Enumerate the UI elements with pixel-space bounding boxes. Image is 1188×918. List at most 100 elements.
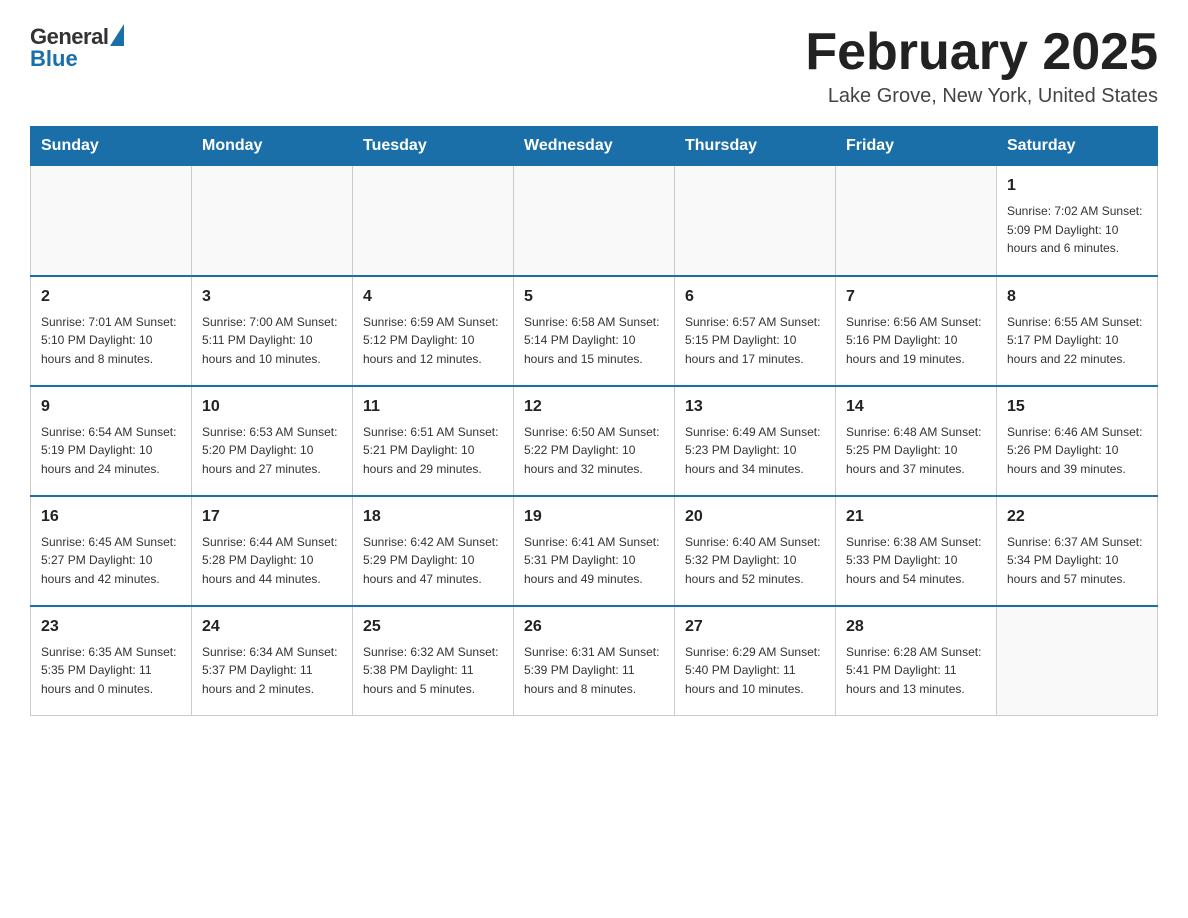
calendar-cell: 16Sunrise: 6:45 AM Sunset: 5:27 PM Dayli… [31, 496, 192, 606]
day-number: 14 [846, 395, 986, 419]
location-text: Lake Grove, New York, United States [805, 85, 1158, 108]
calendar-cell: 13 Sunrise: 6:49 AM Sunset: 5:23 PM Dayli… [675, 386, 836, 496]
day-info: Sunrise: 6:40 AM Sunset: 5:32 PM Dayligh… [685, 533, 825, 589]
calendar-cell: 1 Sunrise: 7:02 AM Sunset: 5:09 PM Daylig… [997, 166, 1158, 276]
day-info: Sunrise: 7:02 AM Sunset: 5:09 PM Dayligh… [1007, 202, 1147, 258]
calendar-cell: 8Sunrise: 6:55 AM Sunset: 5:17 PM Daylig… [997, 276, 1158, 386]
day-info: Sunrise: 6:42 AM Sunset: 5:29 PM Dayligh… [363, 533, 503, 589]
calendar-cell: 28 Sunrise: 6:28 AM Sunset: 5:41 PM Dayli… [836, 606, 997, 716]
calendar-cell: 11 Sunrise: 6:51 AM Sunset: 5:21 PM Dayli… [353, 386, 514, 496]
calendar-day-header: Saturday [997, 127, 1158, 166]
day-number: 27 [685, 615, 825, 639]
calendar-cell: 21Sunrise: 6:38 AM Sunset: 5:33 PM Dayli… [836, 496, 997, 606]
calendar-cell: 27 Sunrise: 6:29 AM Sunset: 5:40 PM Dayli… [675, 606, 836, 716]
day-info: Sunrise: 6:55 AM Sunset: 5:17 PM Dayligh… [1007, 313, 1147, 369]
calendar-cell: 20 Sunrise: 6:40 AM Sunset: 5:32 PM Dayli… [675, 496, 836, 606]
page-header: General Blue February 2025 Lake Grove, N… [30, 24, 1158, 108]
day-number: 13 [685, 395, 825, 419]
day-info: Sunrise: 6:37 AM Sunset: 5:34 PM Dayligh… [1007, 533, 1147, 589]
day-number: 28 [846, 615, 986, 639]
day-number: 4 [363, 285, 503, 309]
title-block: February 2025 Lake Grove, New York, Unit… [805, 24, 1158, 108]
calendar-cell [353, 166, 514, 276]
calendar-cell [675, 166, 836, 276]
calendar-cell: 23 Sunrise: 6:35 AM Sunset: 5:35 PM Dayli… [31, 606, 192, 716]
calendar-cell: 22 Sunrise: 6:37 AM Sunset: 5:34 PM Dayli… [997, 496, 1158, 606]
calendar-cell: 7Sunrise: 6:56 AM Sunset: 5:16 PM Daylig… [836, 276, 997, 386]
day-number: 15 [1007, 395, 1147, 419]
calendar-table: SundayMondayTuesdayWednesdayThursdayFrid… [30, 126, 1158, 716]
day-info: Sunrise: 6:32 AM Sunset: 5:38 PM Dayligh… [363, 643, 503, 699]
day-number: 6 [685, 285, 825, 309]
logo-blue-text: Blue [30, 46, 78, 72]
day-info: Sunrise: 6:54 AM Sunset: 5:19 PM Dayligh… [41, 423, 181, 479]
calendar-day-header: Tuesday [353, 127, 514, 166]
calendar-week-row: 9 Sunrise: 6:54 AM Sunset: 5:19 PM Daylig… [31, 386, 1158, 496]
day-info: Sunrise: 6:41 AM Sunset: 5:31 PM Dayligh… [524, 533, 664, 589]
day-number: 11 [363, 395, 503, 419]
day-number: 24 [202, 615, 342, 639]
calendar-cell: 6 Sunrise: 6:57 AM Sunset: 5:15 PM Daylig… [675, 276, 836, 386]
calendar-cell [514, 166, 675, 276]
day-info: Sunrise: 6:28 AM Sunset: 5:41 PM Dayligh… [846, 643, 986, 699]
day-number: 22 [1007, 505, 1147, 529]
day-info: Sunrise: 6:50 AM Sunset: 5:22 PM Dayligh… [524, 423, 664, 479]
calendar-cell: 19Sunrise: 6:41 AM Sunset: 5:31 PM Dayli… [514, 496, 675, 606]
logo: General Blue [30, 24, 124, 72]
calendar-cell: 14 Sunrise: 6:48 AM Sunset: 5:25 PM Dayli… [836, 386, 997, 496]
calendar-week-row: 1 Sunrise: 7:02 AM Sunset: 5:09 PM Daylig… [31, 166, 1158, 276]
calendar-day-header: Sunday [31, 127, 192, 166]
calendar-cell [192, 166, 353, 276]
day-number: 18 [363, 505, 503, 529]
day-info: Sunrise: 6:48 AM Sunset: 5:25 PM Dayligh… [846, 423, 986, 479]
calendar-header-row: SundayMondayTuesdayWednesdayThursdayFrid… [31, 127, 1158, 166]
calendar-cell: 26 Sunrise: 6:31 AM Sunset: 5:39 PM Dayli… [514, 606, 675, 716]
day-number: 23 [41, 615, 181, 639]
calendar-cell: 17 Sunrise: 6:44 AM Sunset: 5:28 PM Dayli… [192, 496, 353, 606]
day-info: Sunrise: 6:53 AM Sunset: 5:20 PM Dayligh… [202, 423, 342, 479]
day-info: Sunrise: 6:31 AM Sunset: 5:39 PM Dayligh… [524, 643, 664, 699]
calendar-cell: 3 Sunrise: 7:00 AM Sunset: 5:11 PM Daylig… [192, 276, 353, 386]
calendar-cell [31, 166, 192, 276]
calendar-day-header: Thursday [675, 127, 836, 166]
day-number: 17 [202, 505, 342, 529]
day-info: Sunrise: 6:45 AM Sunset: 5:27 PM Dayligh… [41, 533, 181, 589]
day-info: Sunrise: 6:51 AM Sunset: 5:21 PM Dayligh… [363, 423, 503, 479]
calendar-day-header: Wednesday [514, 127, 675, 166]
calendar-week-row: 16Sunrise: 6:45 AM Sunset: 5:27 PM Dayli… [31, 496, 1158, 606]
day-info: Sunrise: 6:29 AM Sunset: 5:40 PM Dayligh… [685, 643, 825, 699]
calendar-cell: 18 Sunrise: 6:42 AM Sunset: 5:29 PM Dayli… [353, 496, 514, 606]
calendar-cell: 25 Sunrise: 6:32 AM Sunset: 5:38 PM Dayli… [353, 606, 514, 716]
calendar-day-header: Monday [192, 127, 353, 166]
day-number: 12 [524, 395, 664, 419]
day-info: Sunrise: 6:35 AM Sunset: 5:35 PM Dayligh… [41, 643, 181, 699]
calendar-cell: 15Sunrise: 6:46 AM Sunset: 5:26 PM Dayli… [997, 386, 1158, 496]
day-number: 20 [685, 505, 825, 529]
day-number: 1 [1007, 174, 1147, 198]
calendar-cell [836, 166, 997, 276]
calendar-cell [997, 606, 1158, 716]
calendar-cell: 9 Sunrise: 6:54 AM Sunset: 5:19 PM Daylig… [31, 386, 192, 496]
day-info: Sunrise: 7:00 AM Sunset: 5:11 PM Dayligh… [202, 313, 342, 369]
day-number: 9 [41, 395, 181, 419]
day-number: 25 [363, 615, 503, 639]
day-number: 7 [846, 285, 986, 309]
calendar-cell: 10Sunrise: 6:53 AM Sunset: 5:20 PM Dayli… [192, 386, 353, 496]
logo-triangle-icon [110, 24, 124, 46]
day-info: Sunrise: 6:34 AM Sunset: 5:37 PM Dayligh… [202, 643, 342, 699]
day-info: Sunrise: 6:57 AM Sunset: 5:15 PM Dayligh… [685, 313, 825, 369]
calendar-cell: 24 Sunrise: 6:34 AM Sunset: 5:37 PM Dayli… [192, 606, 353, 716]
day-number: 2 [41, 285, 181, 309]
day-info: Sunrise: 6:49 AM Sunset: 5:23 PM Dayligh… [685, 423, 825, 479]
day-info: Sunrise: 6:58 AM Sunset: 5:14 PM Dayligh… [524, 313, 664, 369]
calendar-cell: 2Sunrise: 7:01 AM Sunset: 5:10 PM Daylig… [31, 276, 192, 386]
month-title: February 2025 [805, 24, 1158, 81]
day-info: Sunrise: 6:59 AM Sunset: 5:12 PM Dayligh… [363, 313, 503, 369]
day-number: 3 [202, 285, 342, 309]
day-number: 5 [524, 285, 664, 309]
day-info: Sunrise: 6:38 AM Sunset: 5:33 PM Dayligh… [846, 533, 986, 589]
day-info: Sunrise: 6:44 AM Sunset: 5:28 PM Dayligh… [202, 533, 342, 589]
calendar-cell: 4 Sunrise: 6:59 AM Sunset: 5:12 PM Daylig… [353, 276, 514, 386]
day-number: 26 [524, 615, 664, 639]
calendar-day-header: Friday [836, 127, 997, 166]
